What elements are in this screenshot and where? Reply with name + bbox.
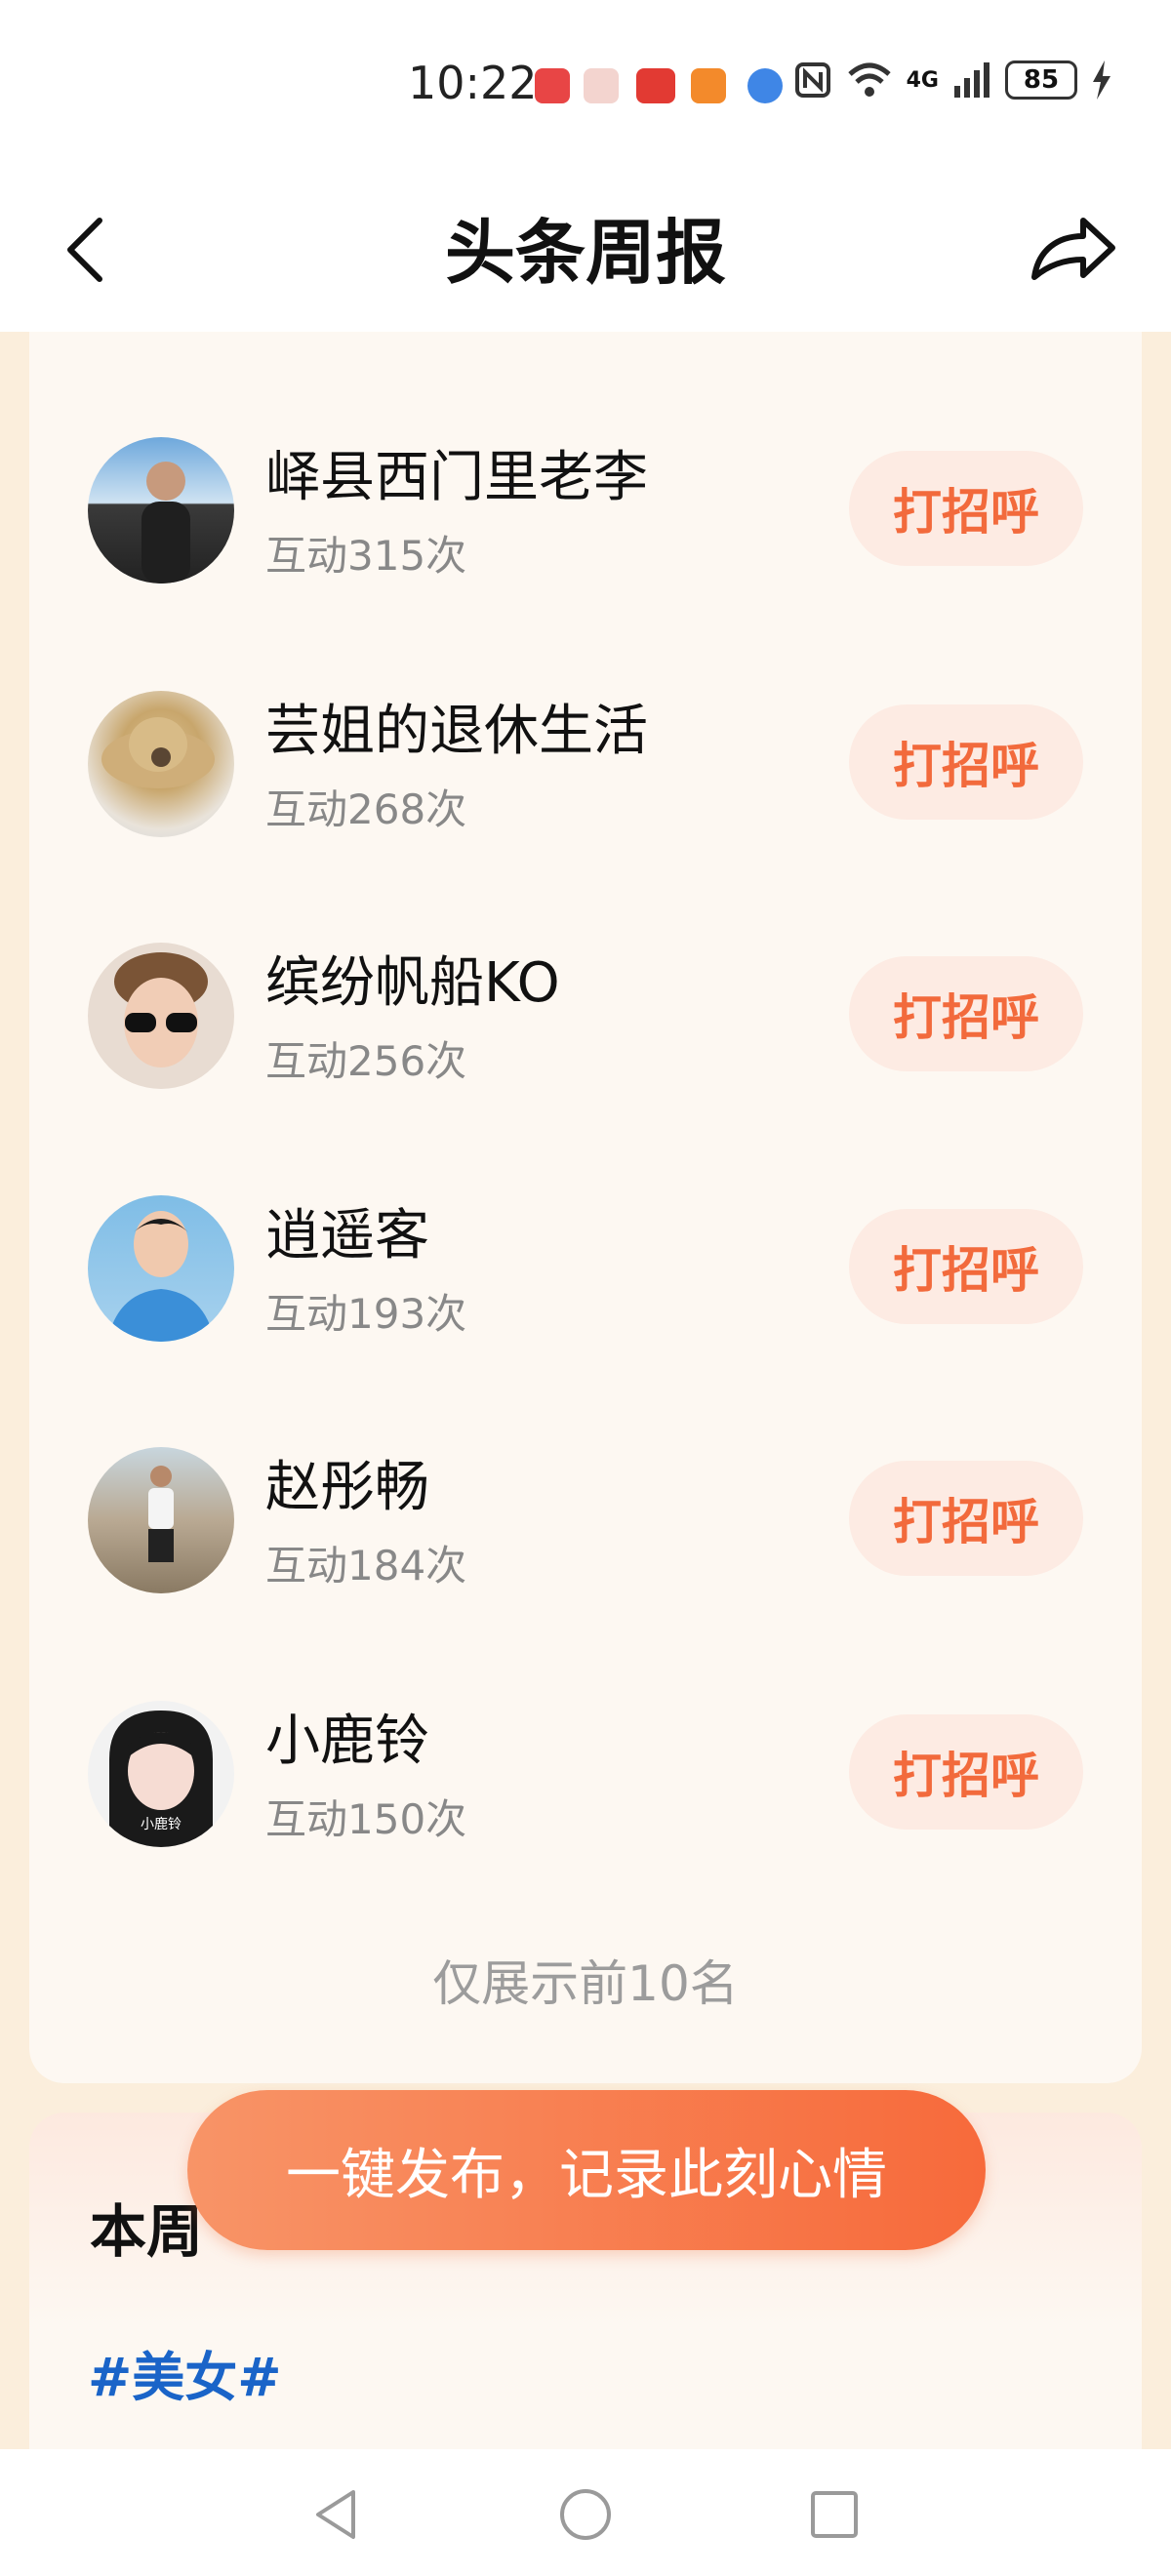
status-time: 10:22 bbox=[408, 57, 538, 109]
interaction-count: 互动150次 bbox=[265, 1795, 467, 1843]
hashtag-link[interactable]: #美女# bbox=[88, 2334, 282, 2411]
toutiao-icon bbox=[636, 68, 675, 103]
nav-back-button[interactable] bbox=[303, 2480, 371, 2549]
user-name[interactable]: 缤纷帆船KO bbox=[265, 939, 560, 1018]
list-item: 逍遥客 互动193次 打招呼 bbox=[88, 1187, 1083, 1344]
user-name[interactable]: 峄县西门里老李 bbox=[265, 433, 648, 512]
greet-button[interactable]: 打招呼 bbox=[849, 1209, 1083, 1324]
greet-button[interactable]: 打招呼 bbox=[849, 1461, 1083, 1576]
interaction-count: 互动268次 bbox=[265, 785, 467, 833]
wifi-icon bbox=[847, 62, 891, 97]
orange-app-icon bbox=[691, 68, 726, 103]
user-name[interactable]: 小鹿铃 bbox=[265, 1697, 429, 1776]
interaction-count: 互动184次 bbox=[265, 1542, 467, 1590]
avatar[interactable] bbox=[88, 691, 234, 837]
nav-recents-button[interactable] bbox=[800, 2480, 868, 2549]
triangle-back-icon bbox=[316, 2490, 355, 2539]
list-item: 峄县西门里老李 互动315次 打招呼 bbox=[88, 429, 1083, 585]
huawei-icon bbox=[535, 68, 570, 103]
share-arrow-icon bbox=[1031, 218, 1115, 280]
user-name[interactable]: 逍遥客 bbox=[265, 1191, 429, 1270]
status-bar: 10:22 4G 85 bbox=[0, 0, 1171, 166]
one-click-publish-button[interactable]: 一键发布，记录此刻心情 bbox=[187, 2090, 986, 2250]
top10-footnote: 仅展示前10名 bbox=[432, 1955, 739, 2012]
interaction-count: 互动193次 bbox=[265, 1290, 467, 1338]
list-item: 芸姐的退休生活 互动268次 打招呼 bbox=[88, 683, 1083, 839]
browser-icon bbox=[747, 68, 783, 103]
greet-button[interactable]: 打招呼 bbox=[849, 1714, 1083, 1830]
nfc-icon bbox=[794, 62, 830, 98]
list-item: 小鹿铃 小鹿铃 互动150次 打招呼 bbox=[88, 1693, 1083, 1849]
list-item: 赵彤畅 互动184次 打招呼 bbox=[88, 1439, 1083, 1595]
circle-home-icon bbox=[560, 2489, 611, 2540]
greet-button[interactable]: 打招呼 bbox=[849, 451, 1083, 566]
avatar[interactable] bbox=[88, 1447, 234, 1593]
avatar[interactable] bbox=[88, 943, 234, 1089]
signal-icon bbox=[954, 62, 989, 98]
package-icon bbox=[584, 68, 619, 103]
square-recents-icon bbox=[811, 2491, 858, 2538]
header: 头条周报 bbox=[0, 166, 1171, 332]
user-name[interactable]: 赵彤畅 bbox=[265, 1443, 429, 1522]
nav-home-button[interactable] bbox=[551, 2480, 620, 2549]
interaction-count: 互动315次 bbox=[265, 532, 467, 580]
avatar-watermark: 小鹿铃 bbox=[141, 1817, 182, 1832]
greet-button[interactable]: 打招呼 bbox=[849, 704, 1083, 820]
system-indicators: 4G 85 bbox=[793, 60, 1112, 100]
system-navigation-bar bbox=[0, 2449, 1171, 2576]
battery-indicator: 85 bbox=[1005, 60, 1077, 100]
avatar[interactable] bbox=[88, 437, 234, 584]
page-title: 头条周报 bbox=[444, 212, 726, 294]
share-button[interactable] bbox=[1025, 205, 1122, 293]
user-name[interactable]: 芸姐的退休生活 bbox=[265, 687, 648, 766]
avatar[interactable]: 小鹿铃 bbox=[88, 1701, 234, 1847]
section-title: 本周 bbox=[90, 2198, 204, 2265]
charging-icon bbox=[1093, 60, 1110, 100]
list-item: 缤纷帆船KO 互动256次 打招呼 bbox=[88, 935, 1083, 1091]
greet-button[interactable]: 打招呼 bbox=[849, 956, 1083, 1071]
interaction-count: 互动256次 bbox=[265, 1037, 467, 1085]
avatar[interactable] bbox=[88, 1195, 234, 1342]
network-type: 4G bbox=[906, 67, 939, 93]
